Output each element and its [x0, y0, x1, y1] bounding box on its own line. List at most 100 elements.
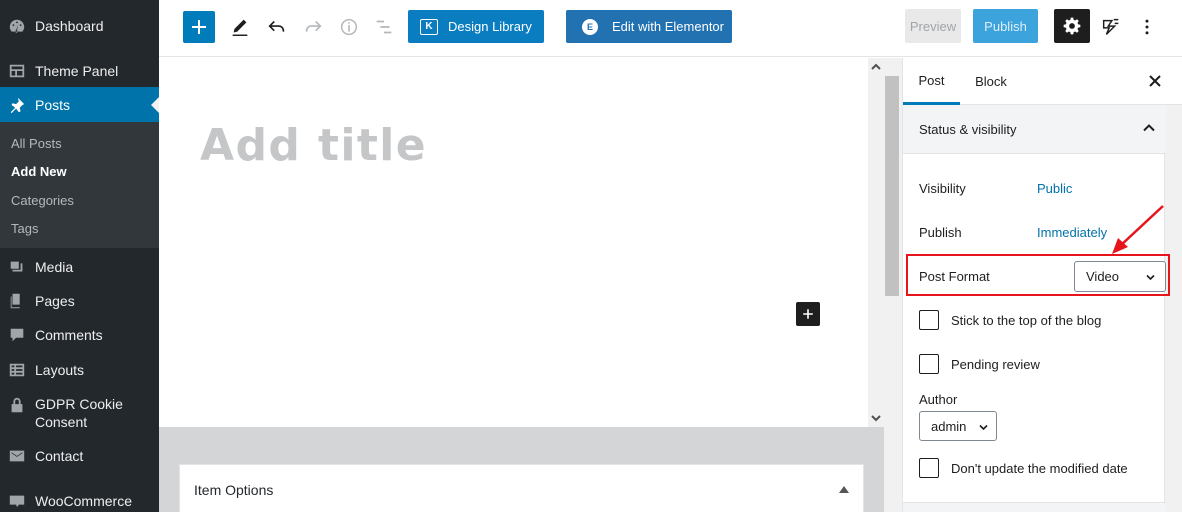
mail-icon: [7, 446, 27, 466]
menu-item-gdpr-cookie-consent[interactable]: GDPR Cookie Consent: [0, 395, 159, 431]
design-library-label: Design Library: [448, 19, 532, 34]
publish-date-link[interactable]: Immediately: [1037, 225, 1107, 240]
add-block-button[interactable]: [183, 11, 215, 43]
status-visibility-title: Status & visibility: [919, 122, 1017, 137]
gdpr-label-line-2: Consent: [35, 414, 88, 430]
author-value: admin: [931, 418, 967, 434]
post-format-value: Video: [1086, 269, 1120, 284]
plugin-sidebar-button[interactable]: [1099, 15, 1123, 39]
design-library-icon: K: [420, 18, 438, 35]
pending-review-checkbox[interactable]: [919, 354, 939, 374]
menu-item-pages[interactable]: Pages: [0, 290, 159, 312]
elementor-label: Edit with Elementor: [612, 19, 724, 34]
dont-update-date-label: Don't update the modified date: [951, 461, 1128, 476]
menu-label: Pages: [35, 293, 75, 309]
theme-panel-icon: [7, 61, 27, 81]
edit-with-elementor-button[interactable]: E Edit with Elementor: [566, 10, 732, 43]
author-label: Author: [919, 392, 958, 407]
scroll-up-arrow-icon[interactable]: [868, 60, 884, 74]
menu-item-media[interactable]: Media: [0, 256, 159, 278]
info-icon: [340, 18, 358, 36]
menu-label: Contact: [35, 448, 84, 464]
outline-button[interactable]: [372, 15, 396, 39]
publish-date-label: Publish: [919, 225, 962, 240]
submenu-add-new[interactable]: Add New: [11, 164, 67, 179]
pending-review-label: Pending review: [951, 357, 1040, 372]
gdpr-label-line-1: GDPR Cookie: [35, 396, 123, 412]
collapse-triangle-icon[interactable]: [839, 486, 849, 493]
scroll-down-arrow-icon[interactable]: [868, 411, 884, 425]
more-options-button[interactable]: [1137, 15, 1157, 39]
gear-icon: [1063, 17, 1081, 35]
post-format-select[interactable]: Video: [1074, 261, 1166, 292]
layouts-icon: [7, 360, 27, 380]
list-outline-icon: [376, 20, 392, 34]
undo-icon: [268, 20, 285, 32]
publish-button[interactable]: Publish: [973, 9, 1038, 43]
menu-label: Theme Panel: [35, 63, 119, 79]
menu-item-dashboard[interactable]: Dashboard: [0, 15, 159, 37]
chevron-up-icon: [1142, 121, 1156, 135]
pages-icon: [7, 291, 27, 311]
next-panel-edge: [903, 502, 1166, 512]
submenu-all-posts[interactable]: All Posts: [11, 136, 62, 151]
menu-label: Dashboard: [35, 18, 104, 34]
preview-button[interactable]: Preview: [905, 9, 961, 43]
edit-tool-button[interactable]: [228, 14, 252, 40]
scrollbar-thumb[interactable]: [885, 76, 899, 296]
lock-icon: [7, 395, 27, 415]
author-select[interactable]: admin: [919, 411, 997, 441]
close-icon: [1149, 75, 1161, 87]
visibility-label: Visibility: [919, 181, 966, 196]
menu-label: Media: [35, 259, 74, 275]
inline-block-inserter[interactable]: [796, 302, 820, 326]
canvas-scrollbar[interactable]: [868, 58, 884, 427]
menu-label: Layouts: [35, 362, 85, 378]
editor-toolbar: K Design Library E Edit with Elementor P…: [159, 0, 1182, 57]
dashboard-icon: [7, 16, 27, 36]
plus-icon: [192, 20, 206, 34]
design-library-button[interactable]: K Design Library: [408, 10, 544, 43]
settings-button[interactable]: [1054, 9, 1090, 43]
tab-post[interactable]: Post: [903, 58, 960, 105]
item-options-panel[interactable]: Item Options: [179, 464, 864, 512]
redo-icon: [305, 20, 322, 32]
undo-button[interactable]: [265, 15, 289, 39]
redo-button[interactable]: [301, 15, 325, 39]
woocommerce-icon: [7, 491, 27, 511]
posts-submenu: All Posts Add New Categories Tags: [0, 122, 159, 248]
sidebar-tabs: Post Block: [903, 58, 1182, 105]
menu-item-posts[interactable]: Posts: [0, 87, 159, 122]
tab-block[interactable]: Block: [966, 58, 1016, 105]
chevron-down-icon: [979, 424, 988, 431]
stick-to-top-label: Stick to the top of the blog: [951, 313, 1102, 328]
submenu-tags[interactable]: Tags: [11, 221, 38, 236]
dont-update-date-checkbox[interactable]: [919, 458, 939, 478]
menu-label: Posts: [35, 96, 71, 113]
post-format-label: Post Format: [919, 269, 990, 284]
menu-label: Comments: [35, 327, 103, 343]
menu-item-layouts[interactable]: Layouts: [0, 359, 159, 381]
more-vertical-icon: [1145, 19, 1149, 35]
stick-to-top-checkbox[interactable]: [919, 310, 939, 330]
submenu-categories[interactable]: Categories: [11, 193, 74, 208]
item-options-title: Item Options: [194, 482, 274, 498]
pencil-icon: [232, 19, 248, 36]
post-title-input[interactable]: Add title: [200, 120, 427, 171]
menu-item-contact[interactable]: Contact: [0, 445, 159, 467]
media-icon: [7, 257, 27, 277]
pin-icon: [7, 95, 27, 115]
sidebar-scrollbar[interactable]: [884, 58, 902, 512]
menu-item-woocommerce[interactable]: WooCommerce: [0, 490, 159, 512]
comments-icon: [7, 325, 27, 345]
menu-item-theme-panel[interactable]: Theme Panel: [0, 60, 159, 82]
visibility-link[interactable]: Public: [1037, 181, 1072, 196]
menu-item-comments[interactable]: Comments: [0, 324, 159, 346]
settings-sidebar: Post Block Status & visibility Visibilit…: [884, 58, 1182, 512]
details-button[interactable]: [337, 15, 361, 39]
editor-canvas: Add title: [159, 58, 868, 427]
status-visibility-toggle[interactable]: Status & visibility: [903, 105, 1166, 154]
menu-label: WooCommerce: [35, 493, 132, 509]
admin-menu: Dashboard Theme Panel Posts All Posts Ad…: [0, 0, 159, 512]
close-sidebar-button[interactable]: [1146, 72, 1164, 90]
